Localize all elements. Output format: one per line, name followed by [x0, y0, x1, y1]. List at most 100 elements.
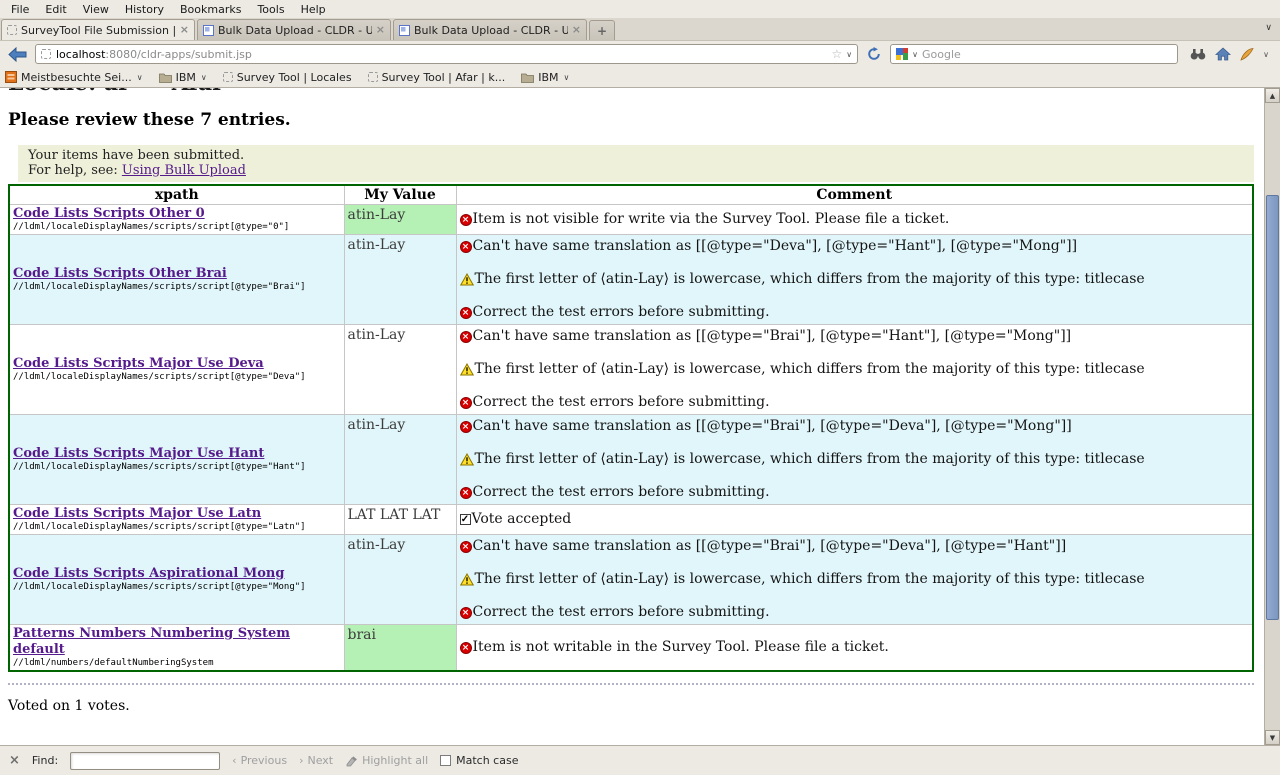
error-icon: × — [460, 541, 472, 553]
comment-line: ×Correct the test errors before submitti… — [460, 393, 1250, 412]
find-bar: × Find: ‹ Previous › Next Highlight all … — [0, 745, 1280, 775]
browser-tab[interactable]: Bulk Data Upload - CLDR - Un...× — [197, 19, 391, 40]
menu-view[interactable]: View — [76, 2, 116, 17]
bookmark-item-4[interactable]: Survey Tool | Afar | k... — [368, 71, 506, 84]
comment-cell: ×Item is not visible for write via the S… — [456, 205, 1253, 235]
xpath-link[interactable]: Code Lists Scripts Aspirational Mong — [13, 566, 341, 582]
bookmark-item-5[interactable]: IBM∨ — [521, 71, 569, 84]
xpath-cell: Patterns Numbers Numbering System defaul… — [9, 625, 344, 672]
xpath-link[interactable]: Patterns Numbers Numbering System defaul… — [13, 626, 341, 658]
menu-bookmarks[interactable]: Bookmarks — [173, 2, 248, 17]
new-tab-icon: + — [597, 24, 607, 38]
xpath-path: //ldml/localeDisplayNames/scripts/script… — [13, 522, 341, 533]
folder-icon — [521, 72, 534, 83]
next-chevron-icon: › — [299, 754, 303, 767]
xpath-link[interactable]: Code Lists Scripts Major Use Latn — [13, 506, 341, 522]
highlight-all-button[interactable]: Highlight all — [345, 754, 428, 767]
review-table: xpathMy ValueComment Code Lists Scripts … — [8, 184, 1254, 672]
comment-text: Item is not visible for write via the Su… — [473, 210, 950, 229]
comment-text: Item is not writable in the Survey Tool.… — [473, 638, 889, 657]
toolbar-overflow-chevron-icon[interactable]: ∨ — [1263, 50, 1269, 59]
error-icon: × — [460, 241, 472, 253]
folder-icon — [159, 72, 172, 83]
comment-cell: ×Can't have same translation as [[@type=… — [456, 415, 1253, 505]
comment-text: Vote accepted — [472, 510, 572, 529]
column-header-xpath: xpath — [9, 185, 344, 205]
tab-list-chevron-icon[interactable]: ∨ — [1265, 23, 1280, 36]
quill-icon[interactable] — [1240, 47, 1254, 61]
table-row: Code Lists Scripts Major Use Hant//ldml/… — [9, 415, 1253, 505]
url-dropdown-chevron-icon[interactable]: ∨ — [846, 50, 852, 59]
xpath-cell: Code Lists Scripts Major Use Latn//ldml/… — [9, 505, 344, 535]
menu-edit[interactable]: Edit — [38, 2, 73, 17]
url-bar[interactable]: localhost:8080/cldr-apps/submit.jsp ☆ ∨ — [35, 44, 858, 64]
bookmark-item-2[interactable]: IBM∨ — [159, 71, 207, 84]
navigation-toolbar: localhost:8080/cldr-apps/submit.jsp ☆ ∨ … — [0, 41, 1280, 67]
tab-close-icon[interactable]: × — [180, 25, 189, 35]
bookmark-label: Survey Tool | Locales — [237, 71, 352, 84]
bookmark-item-1[interactable]: Meistbesuchte Sei...∨ — [5, 71, 143, 84]
bookmark-star-icon[interactable]: ☆ — [832, 49, 843, 59]
scroll-down-button[interactable]: ▼ — [1265, 730, 1280, 745]
find-previous-button[interactable]: ‹ Previous — [232, 754, 287, 767]
table-header-row: xpathMy ValueComment — [9, 185, 1253, 205]
comment-line: ×Correct the test errors before submitti… — [460, 603, 1250, 622]
menu-bar: FileEditViewHistoryBookmarksToolsHelp — [0, 0, 1280, 18]
xpath-link[interactable]: Code Lists Scripts Major Use Hant — [13, 446, 341, 462]
warning-icon — [460, 273, 474, 286]
back-button[interactable] — [5, 44, 29, 64]
xpath-path: //ldml/localeDisplayNames/scripts/script… — [13, 222, 341, 233]
xpath-cell: Code Lists Scripts Major Use Deva//ldml/… — [9, 325, 344, 415]
vertical-scrollbar[interactable]: ▲ ▼ — [1264, 88, 1280, 745]
scrollbar-thumb[interactable] — [1266, 195, 1279, 620]
xpath-link[interactable]: Code Lists Scripts Other Brai — [13, 266, 341, 282]
search-placeholder: Google — [922, 48, 961, 61]
browser-tab[interactable]: Bulk Data Upload - CLDR - Un...× — [393, 19, 587, 40]
next-label: Next — [307, 754, 333, 767]
notice-help-prefix: For help, see: — [28, 163, 122, 178]
urlbar-actions: ☆ ∨ — [832, 49, 853, 59]
find-close-icon[interactable]: × — [9, 753, 20, 768]
tab-close-icon[interactable]: × — [376, 25, 385, 35]
xpath-cell: Code Lists Scripts Other Brai//ldml/loca… — [9, 235, 344, 325]
scroll-up-button[interactable]: ▲ — [1265, 88, 1280, 103]
placeholder-favicon — [7, 25, 17, 35]
reload-icon — [867, 47, 881, 61]
bookmark-item-3[interactable]: Survey Tool | Locales — [223, 71, 352, 84]
column-header-comment: Comment — [456, 185, 1253, 205]
value-cell: brai — [344, 625, 456, 672]
comment-line: The first letter of ⟨atin-Lay⟩ is lowerc… — [460, 360, 1250, 379]
menu-tools[interactable]: Tools — [250, 2, 291, 17]
xpath-link[interactable]: Code Lists Scripts Major Use Deva — [13, 356, 341, 372]
match-case-checkbox-icon[interactable] — [440, 755, 451, 766]
menu-help[interactable]: Help — [294, 2, 333, 17]
find-input[interactable] — [70, 752, 220, 770]
comment-line: ✓Vote accepted — [460, 510, 1250, 529]
tab-close-icon[interactable]: × — [572, 25, 581, 35]
reload-button[interactable] — [864, 44, 884, 64]
find-next-button[interactable]: › Next — [299, 754, 333, 767]
submission-notice: Your items have been submitted. For help… — [18, 145, 1254, 182]
tab-bar: SurveyTool File Submission | ...×Bulk Da… — [0, 18, 1280, 41]
using-bulk-upload-link[interactable]: Using Bulk Upload — [122, 163, 246, 178]
bookmark-label: IBM — [176, 71, 196, 84]
browser-tab[interactable]: SurveyTool File Submission | ...× — [1, 19, 195, 40]
search-engine-chevron-icon[interactable]: ∨ — [912, 50, 918, 59]
url-host: localhost — [56, 48, 105, 61]
xpath-cell: Code Lists Scripts Aspirational Mong//ld… — [9, 535, 344, 625]
comment-text: The first letter of ⟨atin-Lay⟩ is lowerc… — [475, 360, 1145, 379]
comment-line: ×Can't have same translation as [[@type=… — [460, 237, 1250, 256]
menu-file[interactable]: File — [4, 2, 36, 17]
previous-label: Previous — [241, 754, 288, 767]
xpath-link[interactable]: Code Lists Scripts Other 0 — [13, 206, 341, 222]
table-row: Code Lists Scripts Major Use Latn//ldml/… — [9, 505, 1253, 535]
search-bar[interactable]: ∨ Google — [890, 44, 1178, 64]
home-icon[interactable] — [1215, 47, 1231, 61]
menu-history[interactable]: History — [118, 2, 171, 17]
column-header-my-value: My Value — [344, 185, 456, 205]
binoculars-find-icon[interactable] — [1190, 48, 1206, 60]
value-cell: atin-Lay — [344, 535, 456, 625]
new-tab-button[interactable]: + — [589, 20, 615, 40]
match-case-toggle[interactable]: Match case — [440, 754, 518, 767]
comment-line: ×Can't have same translation as [[@type=… — [460, 417, 1250, 436]
